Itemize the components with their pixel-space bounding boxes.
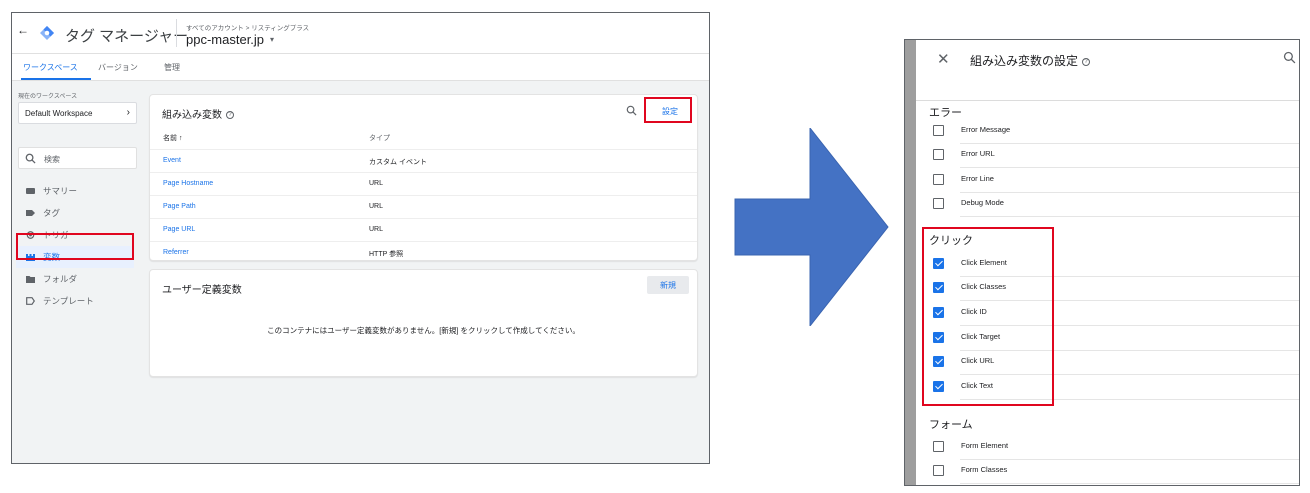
table-row[interactable]: Page Path URL <box>150 195 697 218</box>
sidebar-item-label: サマリー <box>43 186 78 196</box>
divider <box>916 100 1299 101</box>
checkbox-row[interactable]: Error Message <box>931 120 1299 144</box>
variable-name[interactable]: Page Path <box>163 203 196 210</box>
variable-name[interactable]: Page URL <box>163 226 195 233</box>
checkbox-label: Error URL <box>961 149 995 158</box>
help-icon[interactable]: ? <box>226 111 234 120</box>
checkbox[interactable] <box>933 174 944 185</box>
variable-name[interactable]: Referrer <box>163 249 189 256</box>
divider <box>960 216 1299 217</box>
gtm-header: ← タグ マネージャー すべてのアカウント > リスティングプラス ppc-ma… <box>12 13 709 54</box>
variable-type: URL <box>369 226 384 233</box>
card-title: ユーザー定義変数 <box>162 285 242 296</box>
table-row[interactable]: Page Hostname URL <box>150 172 697 195</box>
search-icon[interactable] <box>1283 51 1296 64</box>
new-variable-button[interactable]: 新規 <box>647 276 689 294</box>
background-panel-edge <box>905 40 916 485</box>
tab-versions[interactable]: バージョン <box>98 62 138 73</box>
highlight-box-variables <box>16 233 134 260</box>
breadcrumb[interactable]: すべてのアカウント > リスティングプラス <box>186 22 309 32</box>
checkbox-label: Error Message <box>961 125 1011 134</box>
checkbox[interactable] <box>933 149 944 160</box>
tab-admin[interactable]: 管理 <box>164 62 180 73</box>
builtin-title-text: 組み込み変数 <box>162 110 222 121</box>
variable-name[interactable]: Page Hostname <box>163 180 213 187</box>
table-row[interactable]: Referrer HTTP 参照 <box>150 241 697 264</box>
app-name: タグ マネージャー <box>65 28 189 45</box>
back-arrow-icon[interactable]: ← <box>17 23 29 37</box>
builtin-variables-config-screenshot: ✕ 組み込み変数の設定? エラー Error Message Error URL… <box>904 39 1300 486</box>
card-title: 組み込み変数? <box>162 106 234 121</box>
divider <box>960 167 1299 168</box>
variable-type: カスタム イベント <box>369 159 427 166</box>
configure-button[interactable]: 設定 <box>649 102 691 120</box>
panel-header: ✕ 組み込み変数の設定? <box>916 40 1299 78</box>
search-placeholder: 検索 <box>44 155 60 164</box>
column-header-name[interactable]: 名前 ↑ <box>163 133 182 143</box>
checkbox-label: Form Element <box>961 441 1009 450</box>
header-divider <box>176 19 177 47</box>
tag-icon <box>26 210 35 216</box>
chevron-right-icon: › <box>126 107 130 118</box>
gtm-workspace-screenshot: ← タグ マネージャー すべてのアカウント > リスティングプラス ppc-ma… <box>11 12 710 464</box>
checkbox-row[interactable]: Error Line <box>931 169 1299 193</box>
chevron-down-icon[interactable]: ▾ <box>270 35 274 44</box>
summary-icon <box>26 188 35 194</box>
empty-state-message: このコンテナにはユーザー定義変数がありません。[新規] をクリックして作成してく… <box>267 326 580 335</box>
panel-title: 組み込み変数の設定? <box>970 52 1091 69</box>
sidebar-item-templates[interactable]: テンプレート <box>16 290 134 312</box>
highlight-box-clicks <box>922 227 1054 406</box>
container-selector[interactable]: ppc-master.jp <box>186 32 264 47</box>
gtm-diamond-logo-icon <box>40 26 54 40</box>
sidebar-item-label: フォルダ <box>43 274 78 284</box>
checkbox-label: Form Classes <box>961 465 1008 474</box>
sidebar-item-folders[interactable]: フォルダ <box>16 268 134 290</box>
right-arrow-icon <box>734 128 889 326</box>
folder-icon <box>26 276 35 283</box>
checkbox[interactable] <box>933 465 944 476</box>
divider <box>960 483 1299 484</box>
panel-title-text: 組み込み変数の設定 <box>970 54 1079 68</box>
workspace-name: Default Workspace <box>25 109 93 118</box>
checkbox-row[interactable]: Form Element <box>931 436 1299 460</box>
help-icon[interactable]: ? <box>1082 57 1091 66</box>
current-workspace-label: 現在のワークスペース <box>18 94 78 100</box>
variable-type: HTTP 参照 <box>369 251 404 258</box>
checkbox[interactable] <box>933 198 944 209</box>
search-icon[interactable] <box>626 105 637 116</box>
column-header-type: タイプ <box>369 135 390 142</box>
checkbox-label: Error Line <box>961 174 994 183</box>
sidebar-item-overview[interactable]: サマリー <box>16 180 134 202</box>
builtin-variables-card: 組み込み変数? 設定 名前 ↑ タイプ Event カスタム イベント Page… <box>149 94 698 261</box>
tab-workspace[interactable]: ワークスペース <box>23 62 78 73</box>
checkbox-row[interactable]: Debug Mode <box>931 193 1299 217</box>
sidebar-item-label: タグ <box>43 208 61 218</box>
variable-type: URL <box>369 203 384 210</box>
user-defined-variables-card: ユーザー定義変数 新規 このコンテナにはユーザー定義変数がありません。[新規] … <box>149 269 698 377</box>
sidebar-item-tags[interactable]: タグ <box>16 202 134 224</box>
section-title-errors: エラー <box>929 107 962 119</box>
checkbox-label: Debug Mode <box>961 198 1004 207</box>
checkbox-row[interactable]: Error URL <box>931 144 1299 168</box>
template-icon <box>26 297 35 305</box>
section-title-forms: フォーム <box>929 419 973 431</box>
search-icon <box>25 153 36 164</box>
table-row[interactable]: Page URL URL <box>150 218 697 241</box>
checkbox[interactable] <box>933 441 944 452</box>
close-icon[interactable]: ✕ <box>937 50 950 68</box>
sidebar-item-label: テンプレート <box>43 296 94 306</box>
sidebar: 現在のワークスペース Default Workspace › 検索 サマリー タ… <box>12 81 145 463</box>
checkbox-row[interactable]: Form Classes <box>931 460 1299 484</box>
active-tab-indicator <box>21 78 91 80</box>
workspace-tabs: ワークスペース バージョン 管理 <box>12 54 709 81</box>
checkbox[interactable] <box>933 125 944 136</box>
variable-name[interactable]: Event <box>163 157 181 164</box>
variable-type: URL <box>369 180 384 187</box>
search-input[interactable]: 検索 <box>18 147 137 169</box>
table-row[interactable]: Event カスタム イベント <box>150 149 697 172</box>
workspace-selector[interactable]: Default Workspace › <box>18 102 137 124</box>
